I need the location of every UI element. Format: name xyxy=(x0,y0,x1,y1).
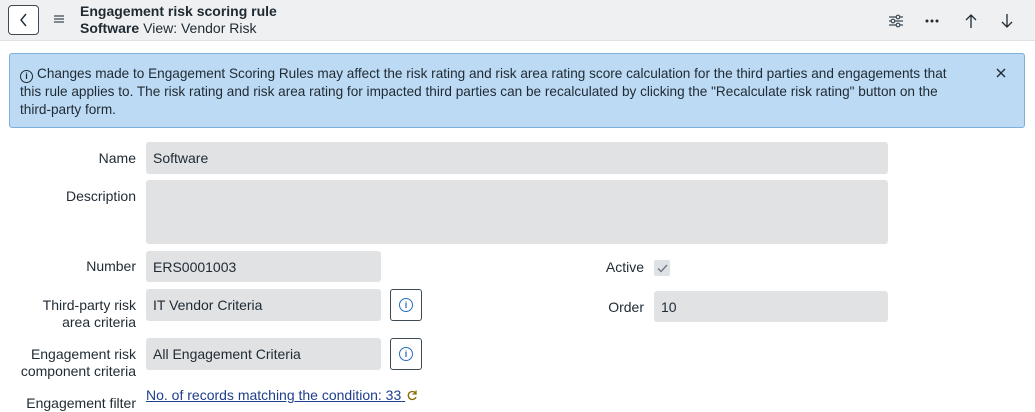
tp-risk-label-line2: area criteria xyxy=(62,314,136,330)
banner-message: Changes made to Engagement Scoring Rules… xyxy=(20,66,947,117)
back-button[interactable] xyxy=(8,5,39,35)
table-title: Engagement risk scoring rule xyxy=(80,3,277,19)
form-header: Engagement risk scoring rule Software Vie… xyxy=(0,0,1035,41)
engagement-filter-link[interactable]: No. of records matching the condition: 3… xyxy=(146,387,418,403)
tp-risk-criteria-field[interactable]: IT Vendor Criteria xyxy=(146,289,381,321)
banner-message-container: i Changes made to Engagement Scoring Rule… xyxy=(20,65,970,119)
tp-risk-criteria-info-button[interactable]: i xyxy=(390,289,422,321)
arrow-up-icon xyxy=(965,14,977,28)
description-label: Description xyxy=(65,188,136,204)
arrow-down-icon xyxy=(1001,14,1013,28)
tp-risk-criteria-label: Third-party risk area criteria xyxy=(43,297,136,331)
info-icon: i xyxy=(399,298,413,312)
engagement-filter-link-text[interactable]: No. of records matching the condition: 3… xyxy=(146,387,401,403)
eng-risk-criteria-info-button[interactable]: i xyxy=(390,338,422,370)
description-field[interactable] xyxy=(146,180,888,244)
more-options-icon xyxy=(925,19,939,23)
previous-record-button[interactable] xyxy=(962,12,980,30)
name-field[interactable]: Software xyxy=(146,142,888,174)
eng-risk-criteria-field[interactable]: All Engagement Criteria xyxy=(146,338,381,370)
number-label: Number xyxy=(86,258,136,274)
more-options-button[interactable] xyxy=(923,12,941,30)
order-field[interactable]: 10 xyxy=(654,291,888,322)
sliders-icon xyxy=(889,14,903,28)
engagement-filter-label: Engagement filter xyxy=(26,395,136,411)
record-name: Software xyxy=(80,20,140,36)
active-label: Active xyxy=(605,259,644,275)
chevron-left-icon xyxy=(19,13,27,27)
info-banner: i Changes made to Engagement Scoring Rule… xyxy=(9,53,1025,128)
next-record-button[interactable] xyxy=(998,12,1016,30)
record-subtitle: Software View: Vendor Risk xyxy=(80,20,256,36)
close-icon[interactable] xyxy=(994,66,1008,80)
personalize-button[interactable] xyxy=(887,12,905,30)
active-checkbox[interactable] xyxy=(654,260,670,276)
eng-risk-label-line1: Engagement risk xyxy=(30,346,136,362)
hamburger-icon[interactable] xyxy=(52,12,66,26)
order-label: Order xyxy=(608,299,644,315)
view-label: View: Vendor Risk xyxy=(143,20,257,36)
info-icon: i xyxy=(399,347,413,361)
eng-risk-criteria-label: Engagement risk component criteria xyxy=(21,346,136,380)
tp-risk-label-line1: Third-party risk xyxy=(42,297,136,313)
eng-risk-label-line2: component criteria xyxy=(20,363,136,379)
checkmark-icon xyxy=(657,264,667,272)
refresh-icon[interactable] xyxy=(406,389,418,402)
info-icon: i xyxy=(20,70,33,83)
name-label: Name xyxy=(98,150,136,166)
number-field[interactable]: ERS0001003 xyxy=(146,251,381,282)
